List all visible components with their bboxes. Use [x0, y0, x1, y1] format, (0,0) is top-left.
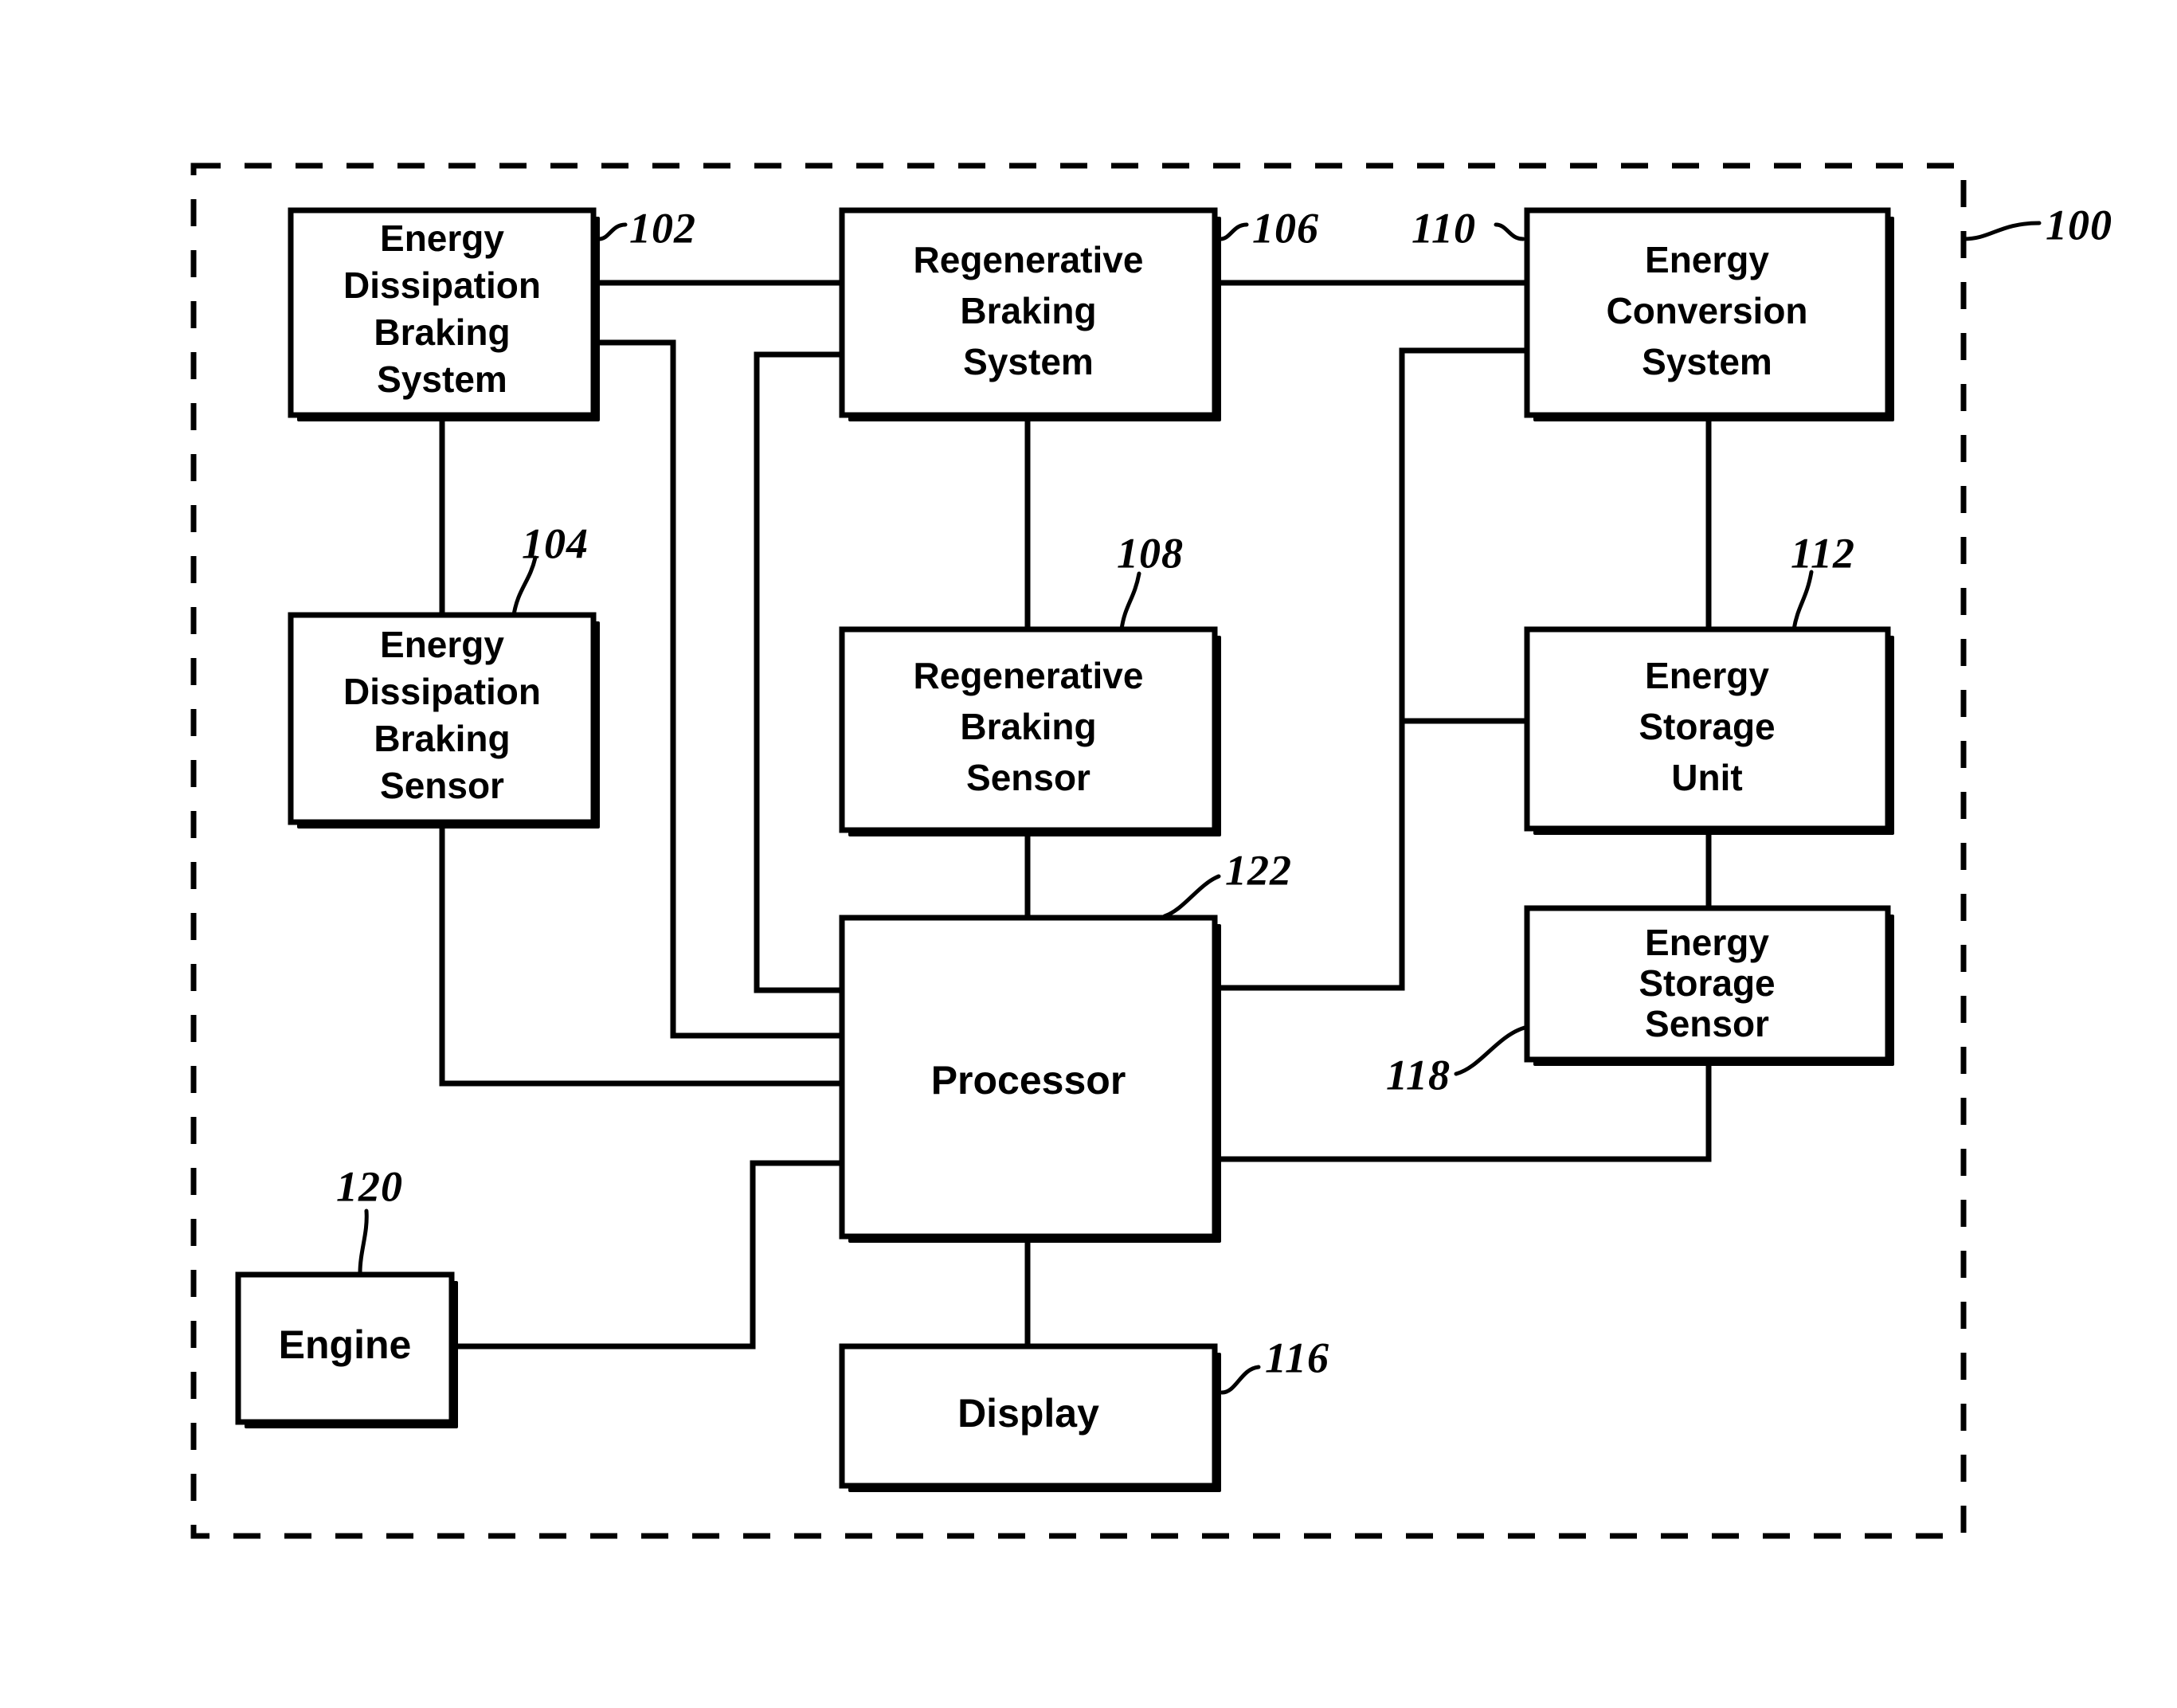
- block-regenerative-braking-system: Regenerative Braking System: [839, 207, 1221, 421]
- block-label-line: Display: [957, 1391, 1099, 1436]
- reference-numeral-102: 102: [597, 204, 696, 252]
- block-energy-dissipation-braking-sensor: Energy Dissipation Braking Sensor: [288, 612, 600, 829]
- block-label-line: Unit: [1671, 757, 1742, 798]
- reference-numeral-106: 106: [1218, 204, 1319, 252]
- reference-numeral-text: 120: [336, 1162, 403, 1210]
- block-label-line: Regenerative: [914, 239, 1144, 280]
- reference-numeral-text: 116: [1265, 1334, 1329, 1381]
- reference-numeral-text: 122: [1225, 846, 1292, 894]
- reference-numeral-text: 104: [522, 519, 589, 567]
- patent-figure-page: Energy Dissipation Braking System Energy…: [0, 0, 2177, 1708]
- block-label-line: System: [963, 341, 1094, 382]
- block-label-line: Sensor: [1645, 1003, 1769, 1044]
- reference-numeral-text: 100: [2046, 201, 2112, 249]
- reference-numeral-116: 116: [1220, 1334, 1329, 1395]
- reference-numeral-112: 112: [1791, 529, 1855, 632]
- block-label-line: Braking: [374, 311, 510, 353]
- block-label-line: Engine: [279, 1322, 412, 1367]
- block-display: Display: [839, 1343, 1221, 1492]
- block-engine: Engine: [235, 1271, 458, 1428]
- reference-numeral-100: 100: [1961, 201, 2112, 249]
- block-diagram: Energy Dissipation Braking System Energy…: [190, 163, 2112, 1539]
- reference-numeral-108: 108: [1117, 529, 1184, 632]
- reference-numeral-text: 112: [1791, 529, 1855, 577]
- reference-numeral-text: 102: [629, 204, 696, 252]
- reference-numeral-120: 120: [336, 1162, 403, 1275]
- reference-numeral-110: 110: [1412, 204, 1525, 252]
- block-label-line: Regenerative: [914, 655, 1144, 696]
- block-label-line: Storage: [1639, 962, 1775, 1004]
- block-label-line: Storage: [1639, 706, 1775, 747]
- block-label-line: Processor: [931, 1058, 1126, 1103]
- block-label-line: Energy: [380, 217, 504, 259]
- block-label-line: Braking: [960, 706, 1096, 747]
- reference-numeral-text: 118: [1386, 1051, 1451, 1099]
- reference-numeral-text: 108: [1117, 529, 1184, 577]
- reference-numeral-text: 106: [1252, 204, 1319, 252]
- block-label-line: Energy: [1645, 655, 1769, 696]
- block-label-line: Energy: [380, 624, 504, 665]
- block-label-line: Braking: [374, 718, 510, 759]
- block-label-line: Sensor: [380, 765, 504, 806]
- block-label-line: Conversion: [1606, 290, 1807, 331]
- block-label-line: Energy: [1645, 922, 1769, 963]
- block-label-line: Dissipation: [343, 671, 541, 712]
- block-label-line: System: [1642, 341, 1772, 382]
- block-label-line: System: [377, 358, 507, 400]
- block-label-line: Braking: [960, 290, 1096, 331]
- reference-numeral-104: 104: [511, 519, 589, 617]
- block-energy-storage-unit: Energy Storage Unit: [1524, 626, 1894, 835]
- reference-numeral-122: 122: [1162, 846, 1292, 919]
- reference-numeral-text: 110: [1412, 204, 1476, 252]
- block-energy-conversion-system: Energy Conversion System: [1524, 207, 1894, 421]
- block-label-line: Energy: [1645, 239, 1769, 280]
- block-processor: Processor: [839, 915, 1221, 1243]
- reference-numeral-118: 118: [1386, 1025, 1527, 1099]
- block-label-line: Sensor: [966, 757, 1090, 798]
- block-label-line: Dissipation: [343, 264, 541, 306]
- block-energy-dissipation-braking-system: Energy Dissipation Braking System: [288, 207, 600, 421]
- block-regenerative-braking-sensor: Regenerative Braking Sensor: [839, 626, 1221, 836]
- block-energy-storage-sensor: Energy Storage Sensor: [1524, 905, 1894, 1066]
